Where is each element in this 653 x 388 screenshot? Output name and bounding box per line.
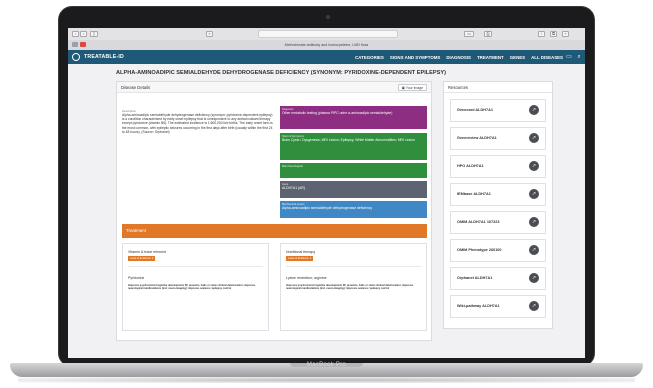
laptop-label: MacBook Pro: [306, 362, 347, 368]
external-link-icon[interactable]: ↗: [529, 245, 539, 255]
resource-label: Genecard ALDH7A1: [457, 108, 493, 112]
divider: [286, 266, 421, 267]
sidebar-icon[interactable]: ▯: [90, 31, 98, 37]
biochemical-lesion-tag-value: Alpha-aminoadipic semialdehyde dehydroge…: [282, 205, 373, 210]
external-link-icon[interactable]: ↗: [529, 273, 539, 283]
biochemical-lesion-tag-label: Biochemical Lesion: [282, 202, 305, 206]
camera-icon: [326, 15, 330, 19]
nav-link-all-diseases[interactable]: ALL DISEASES: [531, 55, 563, 60]
tab-title[interactable]: Methotrexate antibody and homocysteine, …: [68, 43, 585, 47]
search-icon[interactable]: ⌕: [575, 53, 583, 61]
resources-title: Resources: [448, 85, 469, 90]
nav-link-genes[interactable]: GENES: [510, 55, 525, 60]
evidence-badge: Level of Evidence: 4: [286, 256, 314, 261]
resources-header: Resources: [444, 82, 552, 93]
image-icon: ▣: [401, 85, 405, 90]
treatment-card: Nutritional therapy Level of Evidence: 4…: [280, 243, 427, 331]
signs-symptoms-tag-label: Signs & Symptoms: [282, 134, 304, 138]
disease-details-panel: Disease Details ▣ Your Image Description…: [116, 81, 432, 341]
description-text: Alpha-aminoadipic semialdehyde dehydroge…: [122, 113, 273, 134]
share-icon[interactable]: ↑: [538, 31, 545, 37]
gene-tag-value: ALDH7A1 (AR): [282, 185, 305, 190]
treatment-card: Vitamin & trace element Level of Evidenc…: [122, 243, 269, 331]
neuro-tag[interactable]: Main Neurological: [280, 163, 427, 178]
treatment-effect: Improves psychomotor/cognitive developme…: [128, 284, 256, 291]
external-link-icon[interactable]: ↗: [529, 301, 539, 311]
divider: [128, 266, 263, 267]
forward-icon[interactable]: ›: [80, 31, 87, 37]
resource-item-omim-phenotype[interactable]: OMIM Phenotype 266100 ↗: [450, 239, 546, 262]
external-link-icon[interactable]: ↗: [529, 105, 539, 115]
close-tab-icon[interactable]: ×: [206, 31, 213, 37]
signs-symptoms-tag[interactable]: Signs & Symptoms Brain Cysts / Dysgenesi…: [280, 133, 427, 160]
external-link-icon[interactable]: ↗: [529, 189, 539, 199]
disease-details-header: Disease Details ▣ Your Image: [117, 82, 431, 93]
treatment-category: Nutritional therapy: [286, 250, 316, 254]
address-bar[interactable]: [258, 30, 398, 38]
neuro-tag-label: Main Neurological: [282, 164, 303, 168]
diagnosis-tag-value: Other metabolic testing (plasma PIPC uri…: [282, 110, 393, 115]
your-image-label: Your Image: [405, 85, 423, 90]
gene-tag[interactable]: Gene ALDH7A1 (AR): [280, 181, 427, 198]
nav-link-treatment[interactable]: TREATMENT: [477, 55, 504, 60]
logo-icon[interactable]: [72, 53, 80, 61]
resource-item-genereview[interactable]: Genereview ALDH7A1 ↗: [450, 127, 546, 150]
brand-name[interactable]: TREATABLE-ID: [84, 54, 124, 60]
new-tab-icon[interactable]: +: [562, 31, 569, 37]
evidence-badge: Level of Evidence: 2: [128, 256, 156, 261]
resource-label: IEMbase ALDH7A1: [457, 192, 491, 196]
biochemical-lesion-tag[interactable]: Biochemical Lesion Alpha-aminoadipic sem…: [280, 201, 427, 218]
diagnosis-tag-label: Diagnosis: [282, 107, 294, 111]
browser-toolbar: ‹ › ▯ × ▭ ⎙ ↑ ⧉ +: [68, 28, 585, 40]
resource-label: OMIM Phenotype 266100: [457, 248, 502, 252]
nav-link-signs-and-symptoms[interactable]: SIGNS AND SYMPTOMS: [390, 55, 441, 60]
resource-item-genecard[interactable]: Genecard ALDH7A1 ↗: [450, 99, 546, 122]
page-title: ALPHA-AMINOADIPIC SEMIALDEHYDE DEHYDROGE…: [116, 70, 446, 76]
treatment-effect: Improves psychomotor/cognitive developme…: [286, 284, 414, 291]
tabs-icon[interactable]: ⧉: [550, 31, 557, 37]
resource-label: OMIM ALDH7A1 107323: [457, 220, 500, 224]
treatment-category: Vitamin & trace element: [128, 250, 167, 254]
gene-tag-label: Gene: [282, 182, 289, 186]
resource-item-hpo[interactable]: HPO ALDH7A1 ↗: [450, 155, 546, 178]
site-navbar: TREATABLE-ID CATEGORIES SIGNS AND SYMPTO…: [68, 50, 585, 64]
external-link-icon[interactable]: ↗: [529, 133, 539, 143]
laptop-mockup: ‹ › ▯ × ▭ ⎙ ↑ ⧉ + Methotrexate antibody …: [0, 0, 653, 388]
nav-link-categories[interactable]: CATEGORIES: [355, 55, 384, 60]
resource-item-orphanet[interactable]: Orphanet ALDH7A1 ↗: [450, 267, 546, 290]
resource-label: Orphanet ALDH7A1: [457, 276, 493, 280]
nav-links: CATEGORIES SIGNS AND SYMPTOMS DIAGNOSIS …: [355, 55, 563, 60]
treatment-name: Lysine restriction; arginine: [286, 276, 327, 280]
chat-icon[interactable]: ▭: [565, 53, 573, 61]
external-link-icon[interactable]: ↗: [529, 161, 539, 171]
signs-symptoms-tag-value: Brain Cysts / Dysgenesis; MRI Lesion; Ep…: [282, 137, 415, 142]
resource-item-omim[interactable]: OMIM ALDH7A1 107323 ↗: [450, 211, 546, 234]
reader-icon[interactable]: ▭: [464, 31, 474, 37]
resource-label: Wiki-pathway ALDH7A1: [457, 304, 500, 308]
browser-chrome: ‹ › ▯ × ▭ ⎙ ↑ ⧉ + Methotrexate antibody …: [68, 28, 585, 50]
treatment-title: Treatment: [126, 228, 146, 233]
treatment-name: Pyridoxine: [128, 276, 145, 280]
treatment-header: Treatment: [122, 224, 427, 238]
resource-item-wikipathway[interactable]: Wiki-pathway ALDH7A1 ↗: [450, 295, 546, 318]
print-icon[interactable]: ⎙: [484, 31, 492, 37]
tab-strip: Methotrexate antibody and homocysteine, …: [68, 40, 585, 50]
resource-label: HPO ALDH7A1: [457, 164, 484, 168]
disease-details-title: Disease Details: [121, 85, 151, 90]
laptop-shadow: [18, 377, 635, 383]
resources-panel: Resources Genecard ALDH7A1 ↗ Genereview …: [443, 81, 553, 329]
resource-item-iembase[interactable]: IEMbase ALDH7A1 ↗: [450, 183, 546, 206]
nav-link-diagnosis[interactable]: DIAGNOSIS: [446, 55, 471, 60]
your-image-button[interactable]: ▣ Your Image: [397, 84, 427, 91]
resource-label: Genereview ALDH7A1: [457, 136, 497, 140]
diagnosis-tag[interactable]: Diagnosis Other metabolic testing (plasm…: [280, 106, 427, 129]
laptop-screen: ‹ › ▯ × ▭ ⎙ ↑ ⧉ + Methotrexate antibody …: [68, 28, 585, 358]
back-icon[interactable]: ‹: [72, 31, 79, 37]
external-link-icon[interactable]: ↗: [529, 217, 539, 227]
